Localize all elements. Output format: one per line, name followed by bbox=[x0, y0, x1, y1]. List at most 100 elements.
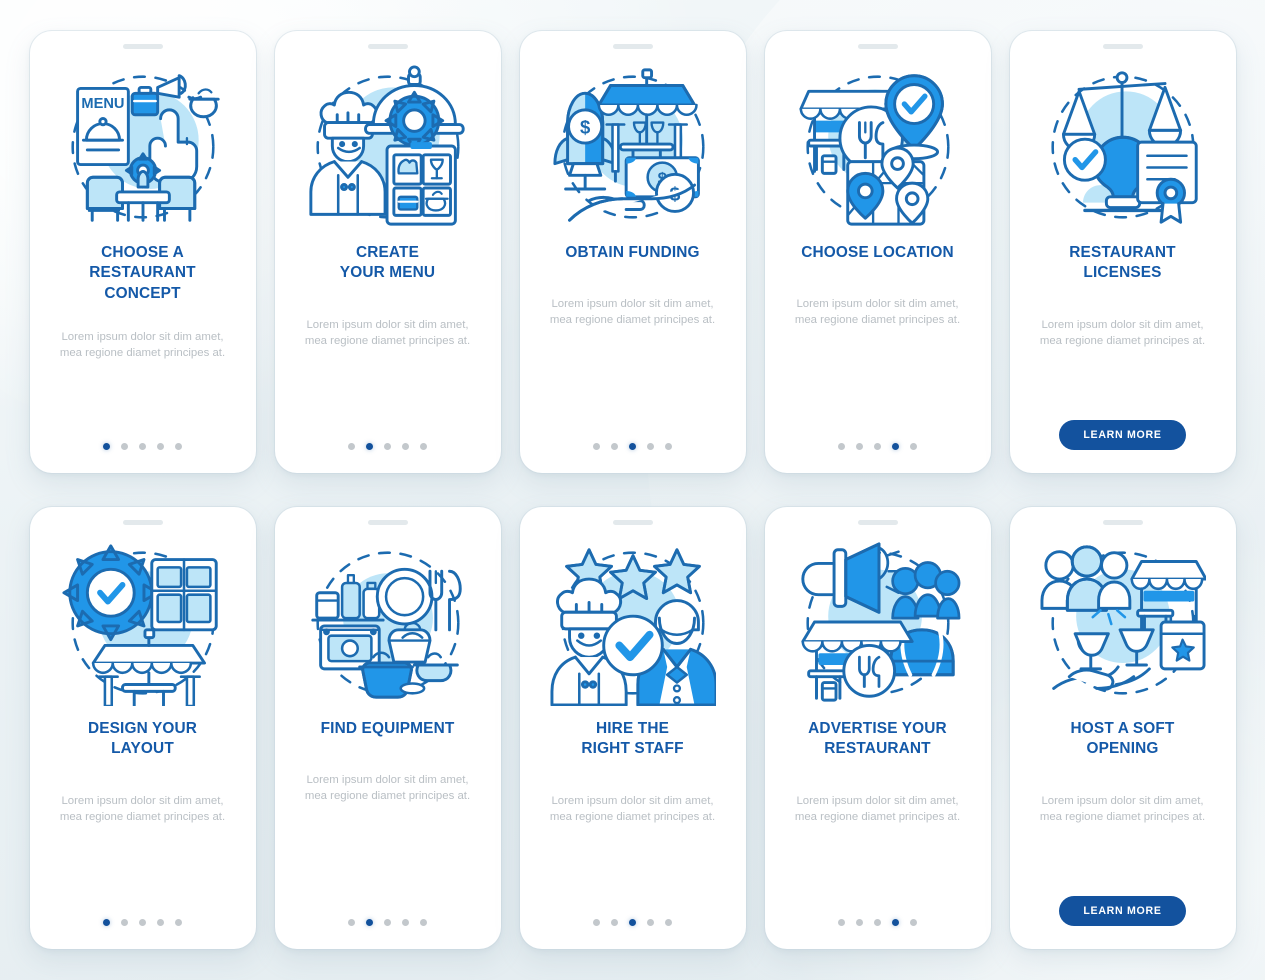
onboarding-screen-obtain-funding[interactable]: $ $ $ OBTAIN FUNDING Lorem ipsum dolor si… bbox=[519, 31, 746, 473]
pagination-dots[interactable] bbox=[348, 919, 427, 926]
phone-speaker-bar bbox=[612, 44, 653, 49]
pagination-dots[interactable] bbox=[103, 919, 182, 926]
pagination-dot-active[interactable] bbox=[103, 443, 110, 450]
pagination-dot[interactable] bbox=[420, 443, 427, 450]
phone-speaker-bar bbox=[122, 44, 163, 49]
pagination-dot[interactable] bbox=[139, 919, 146, 926]
onboarding-screens-grid: MENU CHOOSE A RESTAURANT CONCEPT Lorem ip… bbox=[0, 0, 1265, 980]
pagination-dot[interactable] bbox=[874, 443, 881, 450]
onboarding-screen-find-equipment[interactable]: FIND EQUIPMENT Lorem ipsum dolor sit dim … bbox=[274, 507, 501, 949]
funding-rocket-icon: $ $ $ bbox=[520, 51, 746, 243]
screen-title: CHOOSE LOCATION bbox=[801, 244, 954, 261]
pagination-dot[interactable] bbox=[157, 919, 164, 926]
screen-body-text: Lorem ipsum dolor sit dim amet, mea regi… bbox=[59, 794, 226, 823]
pagination-dot[interactable] bbox=[665, 443, 672, 450]
pagination-dot[interactable] bbox=[139, 443, 146, 450]
pagination-dot[interactable] bbox=[910, 919, 917, 926]
pagination-dot[interactable] bbox=[384, 443, 391, 450]
svg-text:MENU: MENU bbox=[81, 96, 124, 112]
pagination-dots[interactable] bbox=[103, 443, 182, 450]
pagination-dot[interactable] bbox=[157, 443, 164, 450]
pagination-dot[interactable] bbox=[838, 919, 845, 926]
pagination-dot-active[interactable] bbox=[366, 919, 373, 926]
pagination-dot[interactable] bbox=[121, 919, 128, 926]
onboarding-screen-host-a-soft-opening[interactable]: HOST A SOFT OPENING Lorem ipsum dolor sit… bbox=[1009, 507, 1236, 949]
screen-title: OBTAIN FUNDING bbox=[565, 244, 700, 261]
pagination-dot-active[interactable] bbox=[629, 919, 636, 926]
pagination-dot-active[interactable] bbox=[892, 919, 899, 926]
screen-title: DESIGN YOUR LAYOUT bbox=[87, 720, 198, 758]
screen-body-text: Lorem ipsum dolor sit dim amet, mea regi… bbox=[304, 774, 471, 803]
learn-more-button[interactable]: LEARN MORE bbox=[1059, 420, 1186, 450]
svg-text:$: $ bbox=[579, 116, 590, 137]
pagination-dots[interactable] bbox=[593, 919, 672, 926]
pagination-dot[interactable] bbox=[175, 443, 182, 450]
chef-menu-icon bbox=[275, 51, 501, 243]
pagination-dots[interactable] bbox=[838, 443, 917, 450]
pagination-dots[interactable] bbox=[348, 443, 427, 450]
pagination-dot[interactable] bbox=[121, 443, 128, 450]
pagination-dot[interactable] bbox=[647, 919, 654, 926]
pagination-dots[interactable] bbox=[838, 919, 917, 926]
pagination-dot[interactable] bbox=[384, 919, 391, 926]
onboarding-screen-design-your-layout[interactable]: DESIGN YOUR LAYOUT Lorem ipsum dolor sit … bbox=[29, 507, 256, 949]
screen-body-text: Lorem ipsum dolor sit dim amet, mea regi… bbox=[304, 318, 471, 347]
pagination-dot-active[interactable] bbox=[103, 919, 110, 926]
pagination-dot[interactable] bbox=[611, 919, 618, 926]
screen-title: ADVERTISE YOUR RESTAURANT bbox=[808, 720, 947, 758]
pagination-dot[interactable] bbox=[402, 443, 409, 450]
pagination-dot-active[interactable] bbox=[629, 443, 636, 450]
phone-speaker-bar bbox=[1102, 520, 1143, 525]
phone-speaker-bar bbox=[612, 520, 653, 525]
phone-speaker-bar bbox=[367, 44, 408, 49]
location-map-icon bbox=[765, 51, 991, 243]
pagination-dot[interactable] bbox=[874, 919, 881, 926]
pagination-dot[interactable] bbox=[856, 443, 863, 450]
onboarding-screen-create-your-menu[interactable]: CREATE YOUR MENU Lorem ipsum dolor sit di… bbox=[274, 31, 501, 473]
pagination-dot[interactable] bbox=[665, 919, 672, 926]
pagination-dot-active[interactable] bbox=[366, 443, 373, 450]
phone-speaker-bar bbox=[857, 44, 898, 49]
soft-opening-icon bbox=[1010, 527, 1236, 719]
pagination-dot-active[interactable] bbox=[892, 443, 899, 450]
screen-title: RESTAURANT LICENSES bbox=[1069, 244, 1176, 282]
learn-more-button[interactable]: LEARN MORE bbox=[1059, 896, 1186, 926]
phone-speaker-bar bbox=[367, 520, 408, 525]
phone-speaker-bar bbox=[1102, 44, 1143, 49]
pagination-dot[interactable] bbox=[838, 443, 845, 450]
kitchen-equipment-icon bbox=[275, 527, 501, 719]
screen-body-text: Lorem ipsum dolor sit dim amet, mea regi… bbox=[549, 298, 716, 327]
pagination-dot[interactable] bbox=[175, 919, 182, 926]
screen-body-text: Lorem ipsum dolor sit dim amet, mea regi… bbox=[1039, 794, 1206, 823]
screen-body-text: Lorem ipsum dolor sit dim amet, mea regi… bbox=[1039, 318, 1206, 347]
pagination-dot[interactable] bbox=[910, 443, 917, 450]
screen-title: HOST A SOFT OPENING bbox=[1070, 720, 1175, 758]
pagination-dot[interactable] bbox=[348, 443, 355, 450]
pagination-dot[interactable] bbox=[420, 919, 427, 926]
screen-title: HIRE THE RIGHT STAFF bbox=[581, 720, 684, 758]
onboarding-screen-restaurant-licenses[interactable]: RESTAURANT LICENSES Lorem ipsum dolor sit… bbox=[1009, 31, 1236, 473]
pagination-dot[interactable] bbox=[856, 919, 863, 926]
phone-speaker-bar bbox=[122, 520, 163, 525]
pagination-dot[interactable] bbox=[593, 443, 600, 450]
screen-body-text: Lorem ipsum dolor sit dim amet, mea regi… bbox=[794, 298, 961, 327]
pagination-dot[interactable] bbox=[611, 443, 618, 450]
onboarding-screen-hire-the-right-staff[interactable]: HIRE THE RIGHT STAFF Lorem ipsum dolor si… bbox=[519, 507, 746, 949]
pagination-dot[interactable] bbox=[593, 919, 600, 926]
pagination-dots[interactable] bbox=[593, 443, 672, 450]
phone-speaker-bar bbox=[857, 520, 898, 525]
screen-body-text: Lorem ipsum dolor sit dim amet, mea regi… bbox=[794, 794, 961, 823]
onboarding-screen-advertise-your-restaurant[interactable]: ADVERTISE YOUR RESTAURANT Lorem ipsum dol… bbox=[764, 507, 991, 949]
layout-blueprint-icon bbox=[30, 527, 256, 719]
advertising-icon bbox=[765, 527, 991, 719]
staff-hiring-icon bbox=[520, 527, 746, 719]
screen-title: CREATE YOUR MENU bbox=[339, 244, 436, 282]
onboarding-screen-choose-a-restaurant-concept[interactable]: MENU CHOOSE A RESTAURANT CONCEPT Lorem ip… bbox=[29, 31, 256, 473]
pagination-dot[interactable] bbox=[348, 919, 355, 926]
pagination-dot[interactable] bbox=[402, 919, 409, 926]
screen-body-text: Lorem ipsum dolor sit dim amet, mea regi… bbox=[549, 794, 716, 823]
onboarding-screen-choose-location[interactable]: CHOOSE LOCATION Lorem ipsum dolor sit dim… bbox=[764, 31, 991, 473]
pagination-dot[interactable] bbox=[647, 443, 654, 450]
screen-body-text: Lorem ipsum dolor sit dim amet, mea regi… bbox=[59, 331, 226, 360]
screen-title: FIND EQUIPMENT bbox=[320, 720, 455, 737]
